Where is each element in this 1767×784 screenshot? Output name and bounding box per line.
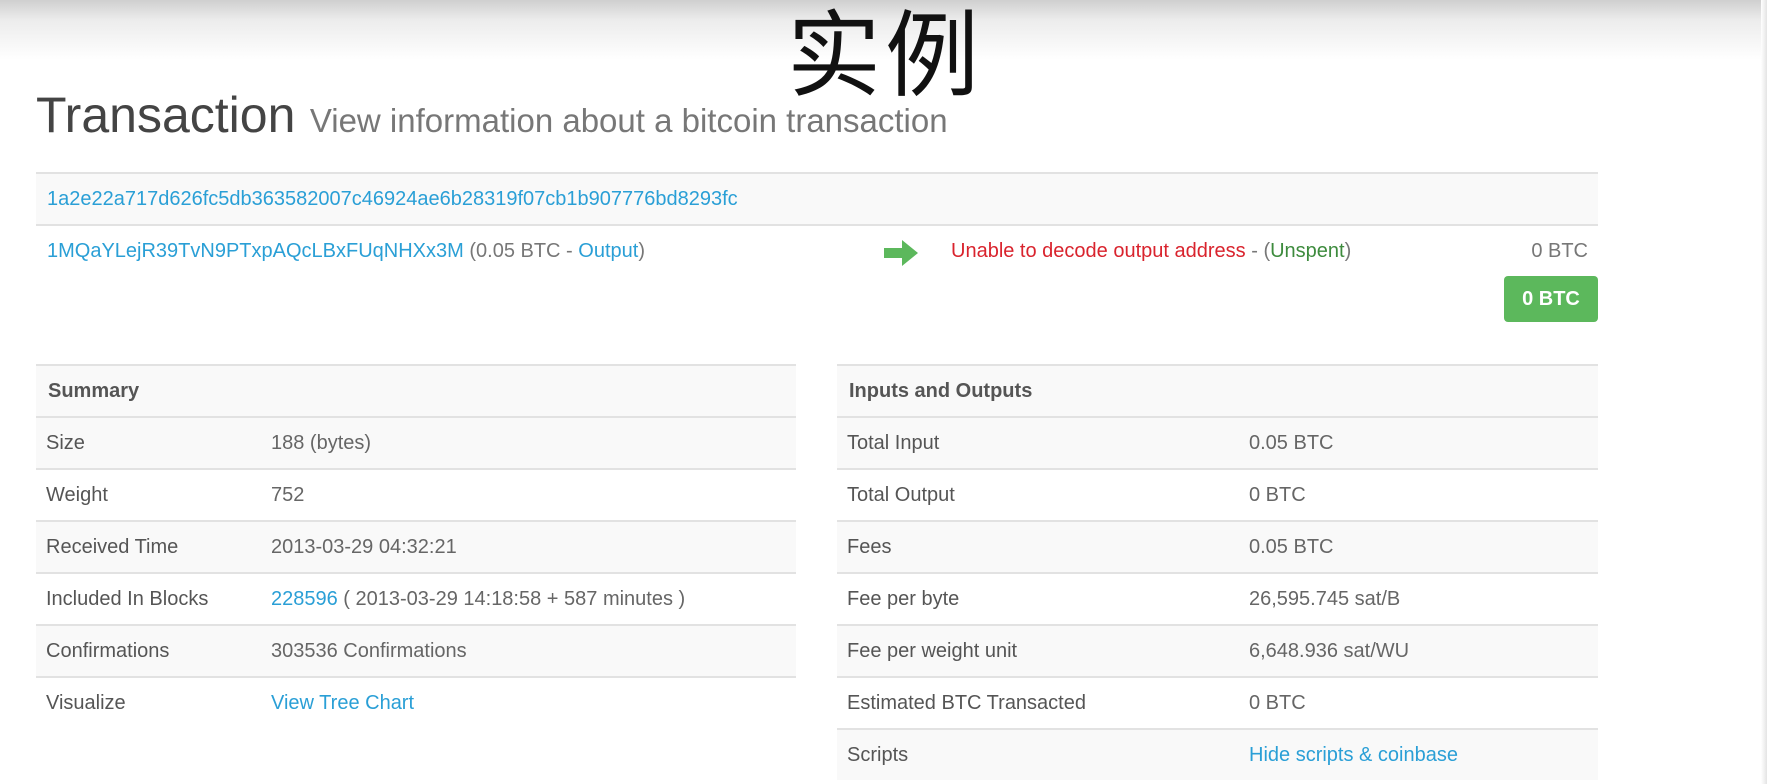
inputs-outputs-panel: Inputs and Outputs Total Input 0.05 BTC … <box>837 364 1598 780</box>
row-value: 188 (bytes) <box>271 432 372 454</box>
row-value: 26,595.745 sat/B <box>1249 588 1401 610</box>
row-value: 0.05 BTC <box>1249 432 1334 454</box>
input-address-link[interactable]: 1MQaYLejR39TvN9PTxpAQcLBxFUqNHXx3M <box>47 240 464 262</box>
row-value: 2013-03-29 04:32:21 <box>271 536 457 558</box>
output-sep: - ( <box>1245 240 1271 262</box>
tx-output: Unable to decode output address - (Unspe… <box>951 240 1351 263</box>
page-subtitle: View information about a bitcoin transac… <box>309 102 948 139</box>
row-label: Size <box>46 432 85 454</box>
row-label: Scripts <box>847 744 909 766</box>
output-status-unspent: Unspent <box>1270 240 1345 262</box>
io-row-fees: Fees 0.05 BTC <box>837 522 1598 574</box>
tx-io-row: 1MQaYLejR39TvN9PTxpAQcLBxFUqNHXx3M (0.05… <box>36 226 1598 336</box>
io-row-scripts: Scripts Hide scripts & coinbase <box>837 730 1598 780</box>
page-title: Transaction <box>36 87 296 143</box>
summary-row-weight: Weight 752 <box>36 470 796 522</box>
output-close: ) <box>1344 240 1352 262</box>
row-label: Included In Blocks <box>46 588 209 610</box>
row-label: Visualize <box>46 692 126 714</box>
io-row-fee-per-byte: Fee per byte 26,595.745 sat/B <box>837 574 1598 626</box>
summary-row-received-time: Received Time 2013-03-29 04:32:21 <box>36 522 796 574</box>
summary-row-included-in-blocks: Included In Blocks 228596 ( 2013-03-29 1… <box>36 574 796 626</box>
row-label: Fee per byte <box>847 588 960 610</box>
io-row-total-output: Total Output 0 BTC <box>837 470 1598 522</box>
io-row-estimated-btc-transacted: Estimated BTC Transacted 0 BTC <box>837 678 1598 730</box>
summary-row-confirmations: Confirmations 303536 Confirmations <box>36 626 796 678</box>
row-value: 752 <box>271 484 305 506</box>
input-amount-suffix: ) <box>638 240 645 262</box>
row-label: Fee per weight unit <box>847 640 1018 662</box>
summary-title: Summary <box>36 366 796 418</box>
row-label: Weight <box>46 484 108 506</box>
row-value: 0.05 BTC <box>1249 536 1334 558</box>
screen-right-shade <box>1761 0 1767 784</box>
row-value: 0 BTC <box>1249 692 1306 714</box>
view-tree-chart-link[interactable]: View Tree Chart <box>271 692 414 714</box>
row-value: 228596 ( 2013-03-29 14:18:58 + 587 minut… <box>271 574 685 624</box>
row-value: View Tree Chart <box>271 678 414 728</box>
tx-hash-link[interactable]: 1a2e22a717d626fc5db363582007c46924ae6b28… <box>47 188 738 210</box>
io-row-total-input: Total Input 0.05 BTC <box>837 418 1598 470</box>
output-amount: 0 BTC <box>1531 240 1588 262</box>
row-label: Total Output <box>847 484 955 506</box>
summary-row-size: Size 188 (bytes) <box>36 418 796 470</box>
arrow-right-icon <box>884 240 918 266</box>
summary-panel: Summary Size 188 (bytes) Weight 752 Rece… <box>36 364 796 728</box>
row-value: 0 BTC <box>1249 484 1306 506</box>
output-decode-error: Unable to decode output address <box>951 240 1246 262</box>
row-value: 303536 Confirmations <box>271 640 467 662</box>
row-label: Received Time <box>46 536 179 558</box>
row-value: Hide scripts & coinbase <box>1249 730 1458 780</box>
block-height-link[interactable]: 228596 <box>271 588 338 610</box>
row-label: Total Input <box>847 432 940 454</box>
page-header: Transaction View information about a bit… <box>36 86 948 144</box>
io-title: Inputs and Outputs <box>837 366 1598 418</box>
input-output-link[interactable]: Output <box>578 240 638 262</box>
io-row-fee-per-weight-unit: Fee per weight unit 6,648.936 sat/WU <box>837 626 1598 678</box>
row-value: 6,648.936 sat/WU <box>1249 640 1410 662</box>
tx-input: 1MQaYLejR39TvN9PTxpAQcLBxFUqNHXx3M (0.05… <box>47 240 645 263</box>
summary-row-visualize: Visualize View Tree Chart <box>36 678 796 728</box>
row-label: Fees <box>847 536 892 558</box>
row-label: Confirmations <box>46 640 170 662</box>
input-amount-prefix: (0.05 BTC - <box>469 240 579 262</box>
total-btc-badge[interactable]: 0 BTC <box>1504 276 1598 322</box>
tx-hash-row: 1a2e22a717d626fc5db363582007c46924ae6b28… <box>36 174 1598 226</box>
transaction-box: 1a2e22a717d626fc5db363582007c46924ae6b28… <box>36 172 1598 336</box>
hide-scripts-link[interactable]: Hide scripts & coinbase <box>1249 744 1458 766</box>
row-label: Estimated BTC Transacted <box>847 692 1086 714</box>
block-time: ( 2013-03-29 14:18:58 + 587 minutes ) <box>337 588 686 610</box>
